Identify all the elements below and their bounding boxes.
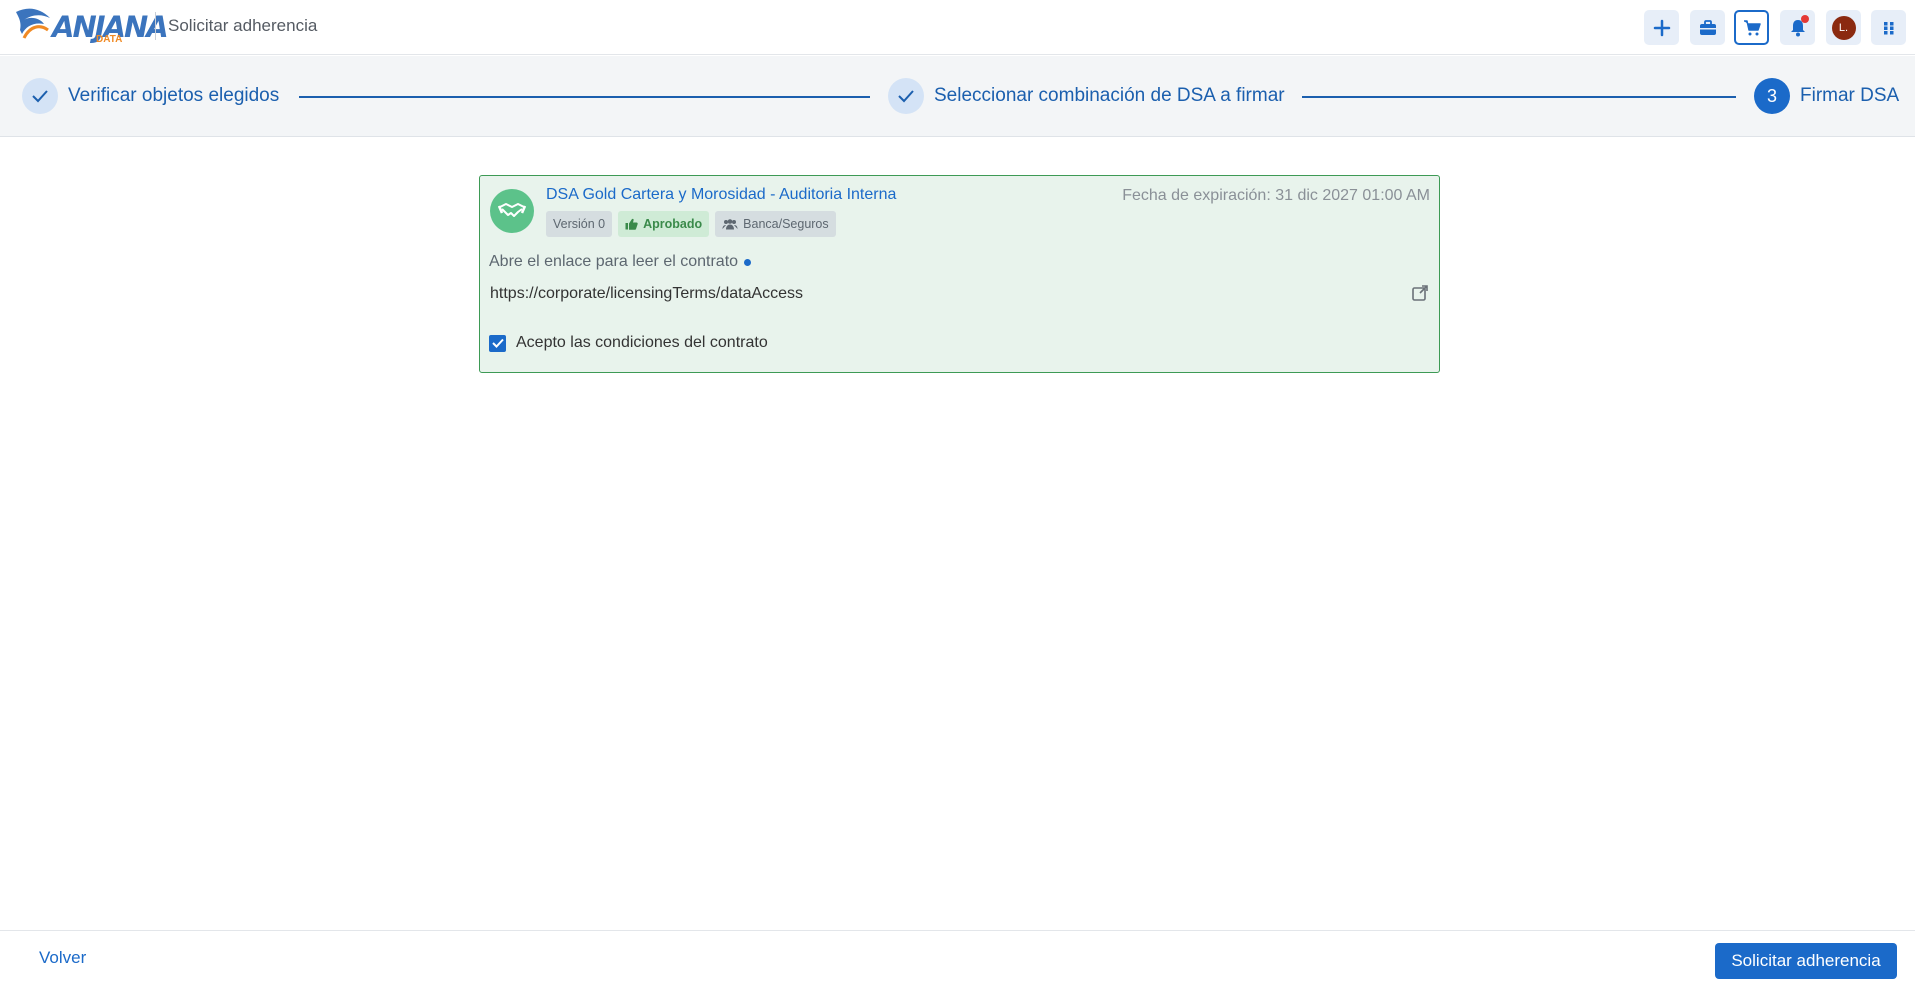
step-label: Verificar objetos elegidos <box>68 85 280 106</box>
status-badge: Aprobado <box>618 211 710 237</box>
cart-button[interactable] <box>1734 10 1769 45</box>
footer-bar: Volver Solicitar adherencia <box>0 930 1915 985</box>
briefcase-button[interactable] <box>1690 10 1725 45</box>
back-button[interactable]: Volver <box>39 948 86 968</box>
accept-terms-row[interactable]: Acepto las condiciones del contrato <box>489 334 768 352</box>
header-divider <box>155 12 156 40</box>
accept-terms-label: Acepto las condiciones del contrato <box>516 334 768 351</box>
external-link-icon[interactable] <box>1411 284 1429 302</box>
accept-terms-checkbox[interactable] <box>489 334 506 352</box>
checkmark-icon <box>491 338 504 348</box>
user-menu-button[interactable]: L. <box>1826 10 1861 45</box>
notifications-button[interactable] <box>1780 10 1815 45</box>
dsa-chips: Versión 0 Aprobado Banca/Seguros <box>546 211 836 237</box>
briefcase-icon <box>1699 19 1716 35</box>
dsa-card: DSA Gold Cartera y Morosidad - Auditoria… <box>479 175 1440 373</box>
step-connector <box>299 96 870 98</box>
version-badge: Versión 0 <box>546 211 613 237</box>
step-label: Seleccionar combinación de DSA a firmar <box>934 85 1285 106</box>
domain-badge: Banca/Seguros <box>715 211 836 237</box>
avatar: L. <box>1831 15 1856 40</box>
thumbs-up-icon <box>625 218 638 230</box>
step-connector <box>1302 96 1736 98</box>
create-button[interactable] <box>1644 10 1679 45</box>
logo-subtext: DATA <box>96 34 123 45</box>
users-icon <box>722 218 738 229</box>
anjana-logo[interactable]: ANJANA DATA <box>14 4 169 48</box>
notification-badge <box>1801 15 1809 23</box>
status-label: Aprobado <box>643 217 703 231</box>
contract-instructions: Abre el enlace para leer el contrato <box>489 253 752 271</box>
step-sign-dsa[interactable]: 3 Firmar DSA <box>1754 78 1899 114</box>
step-done-circle <box>22 78 58 114</box>
contract-url: https://corporate/licensingTerms/dataAcc… <box>490 285 804 302</box>
plus-icon <box>1653 19 1670 36</box>
step-select-dsa[interactable]: Seleccionar combinación de DSA a firmar <box>888 78 1285 114</box>
stepper: Verificar objetos elegidos Seleccionar c… <box>0 56 1915 137</box>
version-label: Versión 0 <box>553 217 606 231</box>
handshake-icon <box>490 189 534 233</box>
step-verify-objects[interactable]: Verificar objetos elegidos <box>22 78 279 114</box>
step-done-circle <box>888 78 924 114</box>
step-label: Firmar DSA <box>1800 85 1900 106</box>
cart-icon <box>1743 19 1761 35</box>
step-active-circle: 3 <box>1754 78 1790 114</box>
request-adherence-button[interactable]: Solicitar adherencia <box>1715 943 1897 979</box>
page-title: Solicitar adherencia <box>168 16 318 35</box>
apps-grid-icon <box>1883 21 1893 34</box>
domain-label: Banca/Seguros <box>743 217 829 231</box>
check-icon <box>32 90 48 103</box>
expiry-date: Fecha de expiración: 31 dic 2027 01:00 A… <box>1122 187 1430 204</box>
top-header: ANJANA DATA Solicitar adherencia L. <box>0 0 1915 55</box>
apps-button[interactable] <box>1871 10 1906 45</box>
required-dot <box>744 258 752 266</box>
contract-label-text: Abre el enlace para leer el contrato <box>489 253 739 270</box>
dsa-title-link[interactable]: DSA Gold Cartera y Morosidad - Auditoria… <box>546 186 896 204</box>
check-icon <box>898 90 914 103</box>
